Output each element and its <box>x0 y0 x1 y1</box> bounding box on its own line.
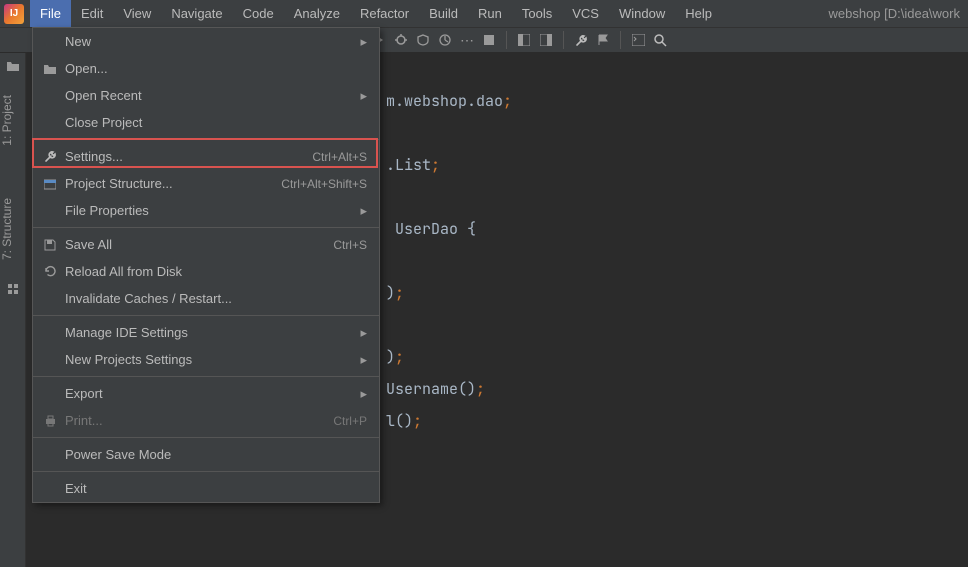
layout-icon-2[interactable] <box>535 29 557 51</box>
file-manage-ide-settings[interactable]: Manage IDE Settings ▸ <box>33 319 379 346</box>
submenu-arrow-icon: ▸ <box>357 34 367 50</box>
wrench-icon <box>39 150 61 163</box>
menu-view[interactable]: View <box>113 0 161 27</box>
menu-file[interactable]: File <box>30 0 71 27</box>
file-properties[interactable]: File Properties ▸ <box>33 197 379 224</box>
menu-separator <box>33 437 379 438</box>
toolbar-sep <box>506 31 507 49</box>
menu-separator <box>33 139 379 140</box>
submenu-arrow-icon: ▸ <box>357 88 367 104</box>
file-close-project[interactable]: Close Project <box>33 109 379 136</box>
file-new-projects-settings[interactable]: New Projects Settings ▸ <box>33 346 379 373</box>
flag-icon[interactable] <box>592 29 614 51</box>
file-power-save[interactable]: Power Save Mode <box>33 441 379 468</box>
profile-icon[interactable] <box>434 29 456 51</box>
menu-separator <box>33 376 379 377</box>
menu-build[interactable]: Build <box>419 0 468 27</box>
project-tab[interactable]: 1: Project <box>0 87 14 154</box>
toolbar-sep <box>620 31 621 49</box>
file-save-all[interactable]: Save All Ctrl+S <box>33 231 379 258</box>
menu-code[interactable]: Code <box>233 0 284 27</box>
structure-icon[interactable] <box>0 276 26 302</box>
menu-tools[interactable]: Tools <box>512 0 562 27</box>
file-reload[interactable]: Reload All from Disk <box>33 258 379 285</box>
layout-icon-1[interactable] <box>513 29 535 51</box>
structure-tab[interactable]: 7: Structure <box>0 190 14 268</box>
menu-separator <box>33 227 379 228</box>
project-folder-icon[interactable] <box>0 53 26 79</box>
menu-window[interactable]: Window <box>609 0 675 27</box>
save-icon <box>39 239 61 251</box>
wrench-icon[interactable] <box>570 29 592 51</box>
reload-icon <box>39 265 61 278</box>
project-path: webshop [D:\idea\work <box>828 6 968 21</box>
file-project-structure[interactable]: Project Structure... Ctrl+Alt+Shift+S <box>33 170 379 197</box>
file-new[interactable]: New ▸ <box>33 28 379 55</box>
submenu-arrow-icon: ▸ <box>357 203 367 219</box>
stop-icon[interactable] <box>478 29 500 51</box>
menu-edit[interactable]: Edit <box>71 0 113 27</box>
print-icon <box>39 415 61 427</box>
structure-icon <box>39 178 61 190</box>
app-icon: IJ <box>4 4 24 24</box>
file-exit[interactable]: Exit <box>33 475 379 502</box>
submenu-arrow-icon: ▸ <box>357 352 367 368</box>
file-settings[interactable]: Settings... Ctrl+Alt+S <box>33 143 379 170</box>
terminal-icon[interactable] <box>627 29 649 51</box>
menu-navigate[interactable]: Navigate <box>161 0 232 27</box>
file-menu-dropdown: New ▸ Open... Open Recent ▸ Close Projec… <box>32 27 380 503</box>
search-icon[interactable] <box>649 29 671 51</box>
left-gutter: 1: Project 7: Structure <box>0 53 26 567</box>
submenu-arrow-icon: ▸ <box>357 325 367 341</box>
open-folder-icon <box>39 63 61 75</box>
menubar: IJ File Edit View Navigate Code Analyze … <box>0 0 968 27</box>
submenu-arrow-icon: ▸ <box>357 386 367 402</box>
file-invalidate-caches[interactable]: Invalidate Caches / Restart... <box>33 285 379 312</box>
file-open[interactable]: Open... <box>33 55 379 82</box>
menu-vcs[interactable]: VCS <box>562 0 609 27</box>
file-export[interactable]: Export ▸ <box>33 380 379 407</box>
file-print[interactable]: Print... Ctrl+P <box>33 407 379 434</box>
menu-analyze[interactable]: Analyze <box>284 0 350 27</box>
menu-refactor[interactable]: Refactor <box>350 0 419 27</box>
menu-help[interactable]: Help <box>675 0 722 27</box>
attach-icon[interactable]: ⋯ <box>456 29 478 51</box>
coverage-icon[interactable] <box>412 29 434 51</box>
menu-separator <box>33 315 379 316</box>
menu-separator <box>33 471 379 472</box>
file-open-recent[interactable]: Open Recent ▸ <box>33 82 379 109</box>
toolbar-sep <box>563 31 564 49</box>
menu-run[interactable]: Run <box>468 0 512 27</box>
debug-icon[interactable] <box>390 29 412 51</box>
